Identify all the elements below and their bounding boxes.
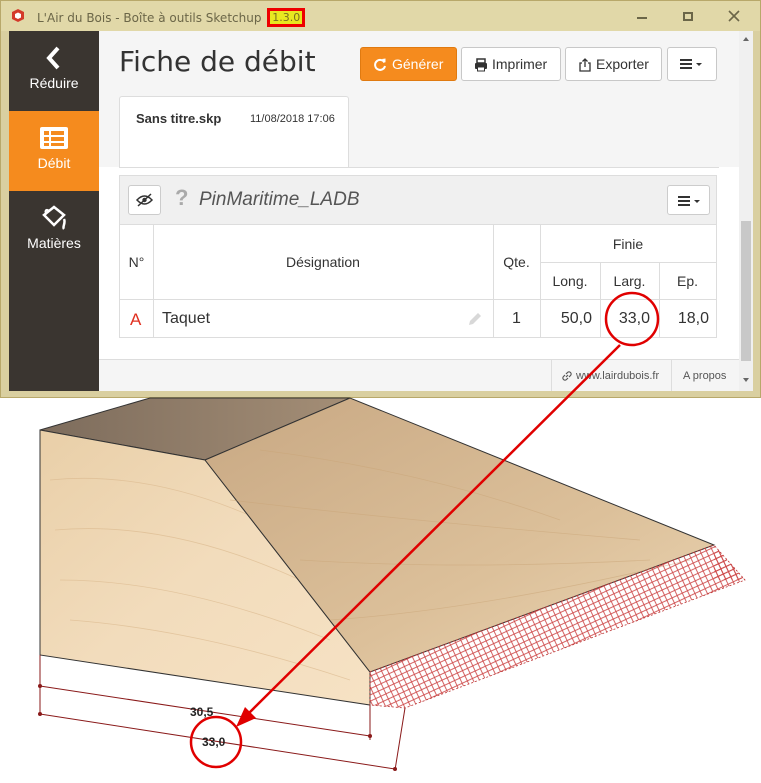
- highlight-circle-dimension: [189, 715, 243, 769]
- page-title: Fiche de débit: [119, 45, 316, 78]
- table-row[interactable]: A Taquet 1 50,0 33,0 18,0: [120, 300, 716, 338]
- row-thickness: 18,0: [677, 310, 709, 327]
- generate-button[interactable]: Générer: [360, 47, 457, 81]
- pencil-icon[interactable]: [467, 311, 483, 327]
- footer-divider: [551, 360, 552, 391]
- column-header-thickness: Ep.: [676, 273, 698, 289]
- divider: [119, 167, 719, 168]
- piece-bevel-face: [204, 397, 716, 673]
- footer: www.lairdubois.fr A propos: [99, 359, 739, 391]
- toggle-visibility-button[interactable]: [128, 185, 161, 215]
- generate-label: Générer: [392, 56, 444, 72]
- close-button[interactable]: [711, 1, 757, 31]
- cut-hatch-edge: [714, 545, 745, 580]
- row-number: A: [130, 310, 142, 329]
- cut-hatch-area: [369, 544, 746, 709]
- website-link[interactable]: www.lairdubois.fr: [561, 360, 659, 391]
- tab-filename: Sans titre.skp: [136, 111, 222, 126]
- material-name: PinMaritime_LADB: [199, 189, 360, 210]
- sidebar-item-reduce[interactable]: Réduire: [9, 31, 99, 111]
- sidebar-item-cutlist[interactable]: Débit: [9, 111, 99, 191]
- sidebar-item-materials[interactable]: Matières: [9, 191, 99, 271]
- sidebar: Réduire Débit Matières: [9, 31, 99, 391]
- website-link-text: www.lairdubois.fr: [576, 370, 660, 382]
- group-header: ? PinMaritime_LADB: [120, 176, 716, 225]
- wood-grain: [49, 478, 351, 681]
- export-label: Exporter: [596, 56, 649, 72]
- material-group-panel: ? PinMaritime_LADB N° Désignation Qte. F…: [119, 175, 717, 338]
- minimize-button[interactable]: [619, 1, 665, 31]
- version-badge: 1.3.0: [267, 8, 306, 27]
- sidebar-item-label: Réduire: [29, 75, 79, 91]
- wood-grain: [229, 449, 691, 621]
- export-icon: [579, 58, 591, 72]
- annotation-arrow-line: [247, 344, 621, 715]
- scroll-up-arrow-icon[interactable]: [739, 33, 753, 45]
- grid-line: [540, 262, 716, 263]
- sketchup-logo-icon: [12, 9, 24, 22]
- column-header-length: Long.: [552, 273, 588, 289]
- row-designation: Taquet: [162, 310, 211, 327]
- minimize-icon: [637, 17, 647, 19]
- tab-date: 11/08/2018 17:06: [250, 113, 335, 125]
- column-header-number: N°: [128, 254, 145, 270]
- column-header-quantity: Qte.: [503, 254, 530, 270]
- column-header-finish: Finie: [612, 236, 644, 252]
- header: Fiche de débit Générer Imprimer Exporter…: [99, 31, 739, 167]
- footer-divider: [671, 360, 672, 391]
- title-bar[interactable]: L'Air du Bois - Boîte à outils Sketchup …: [1, 1, 760, 31]
- cutlist-icon: [40, 127, 68, 149]
- dimension-ticks: [38, 684, 397, 771]
- hamburger-dropdown-icon: [680, 59, 702, 69]
- close-icon: [728, 10, 740, 22]
- column-header-width: Larg.: [613, 273, 646, 289]
- annotation-arrowhead: [236, 707, 256, 727]
- group-menu-button[interactable]: [667, 185, 710, 215]
- piece-top-face: [39, 397, 351, 461]
- print-icon: [475, 58, 487, 72]
- scrollbar[interactable]: [739, 31, 753, 391]
- export-button[interactable]: Exporter: [565, 47, 662, 81]
- link-icon: [562, 371, 572, 381]
- paint-bucket-icon: [42, 205, 66, 230]
- eye-slash-icon: [135, 193, 154, 207]
- row-quantity: 1: [512, 310, 521, 327]
- chevron-left-icon: [46, 46, 60, 70]
- print-label: Imprimer: [492, 56, 548, 72]
- about-link[interactable]: A propos: [683, 360, 726, 391]
- help-icon[interactable]: ?: [175, 185, 188, 211]
- window-title: L'Air du Bois - Boîte à outils Sketchup …: [37, 8, 306, 28]
- main-content: Fiche de débit Générer Imprimer Exporter…: [99, 31, 739, 391]
- scrollbar-thumb[interactable]: [741, 221, 751, 361]
- window-title-text: L'Air du Bois - Boîte à outils Sketchup: [37, 11, 262, 25]
- options-menu-button[interactable]: [667, 47, 717, 81]
- hamburger-dropdown-icon: [678, 196, 700, 206]
- maximize-icon: [683, 12, 693, 21]
- refresh-icon: [374, 58, 386, 71]
- dimension-label-inner: 30,5: [190, 705, 214, 719]
- dimension-label-outer: 33,0: [202, 735, 226, 749]
- maximize-button[interactable]: [665, 1, 711, 31]
- column-header-designation: Désignation: [286, 254, 360, 270]
- app-window: L'Air du Bois - Boîte à outils Sketchup …: [0, 0, 761, 398]
- row-width: 33,0: [618, 310, 650, 327]
- scroll-down-arrow-icon[interactable]: [739, 374, 753, 386]
- row-length: 50,0: [560, 310, 592, 327]
- sidebar-item-label: Débit: [37, 155, 71, 171]
- dimension-lines: [39, 655, 406, 771]
- piece-end-face: [39, 429, 371, 706]
- sidebar-item-label: Matières: [27, 235, 81, 251]
- print-button[interactable]: Imprimer: [461, 47, 561, 81]
- tab-document[interactable]: Sans titre.skp 11/08/2018 17:06: [119, 96, 349, 167]
